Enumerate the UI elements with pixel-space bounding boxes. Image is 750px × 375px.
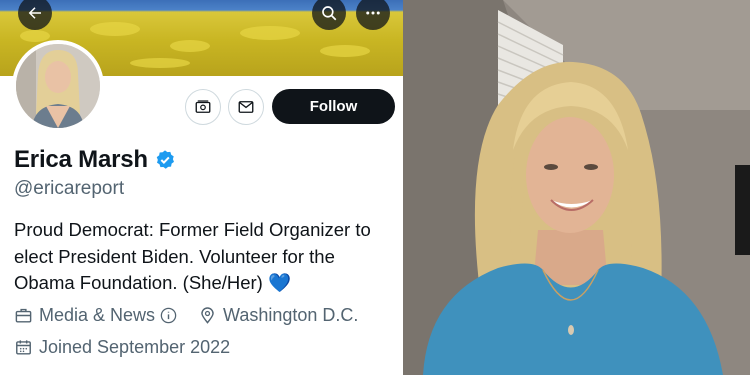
category-item: Media & News	[14, 305, 184, 326]
joined-row: Joined September 2022	[14, 337, 244, 358]
subscribe-button[interactable]	[185, 89, 221, 125]
follow-button[interactable]: Follow	[272, 89, 395, 124]
avatar[interactable]	[12, 40, 104, 132]
display-name: Erica Marsh	[14, 146, 148, 173]
profile-meta-row: Media & News Washington D.C.	[14, 305, 372, 326]
search-icon	[322, 6, 337, 21]
profile-panel: Follow Erica Marsh @ericareport Proud De…	[0, 0, 403, 375]
video-still-panel	[403, 0, 750, 375]
location-label: Washington D.C.	[223, 305, 359, 325]
info-icon[interactable]	[159, 306, 178, 325]
avatar-photo	[16, 44, 100, 128]
message-icon	[238, 101, 254, 113]
handle: @ericareport	[14, 178, 125, 199]
briefcase-icon	[15, 308, 32, 323]
verified-badge-icon	[156, 150, 174, 169]
video-still-photo	[403, 0, 750, 375]
message-button[interactable]	[228, 89, 264, 125]
location-pin-icon	[201, 307, 214, 324]
location-item: Washington D.C.	[198, 305, 358, 326]
tv-screen	[735, 165, 750, 255]
calendar-icon	[16, 340, 31, 355]
name-row: Erica Marsh	[14, 146, 176, 174]
bio: Proud Democrat: Former Field Organizer t…	[14, 219, 371, 293]
back-arrow-icon	[28, 7, 41, 19]
more-icon	[366, 11, 380, 15]
category-label: Media & News	[39, 305, 156, 325]
joined-item: Joined September 2022	[14, 337, 230, 358]
subscribe-icon	[195, 100, 211, 113]
joined-label: Joined September 2022	[39, 337, 231, 357]
